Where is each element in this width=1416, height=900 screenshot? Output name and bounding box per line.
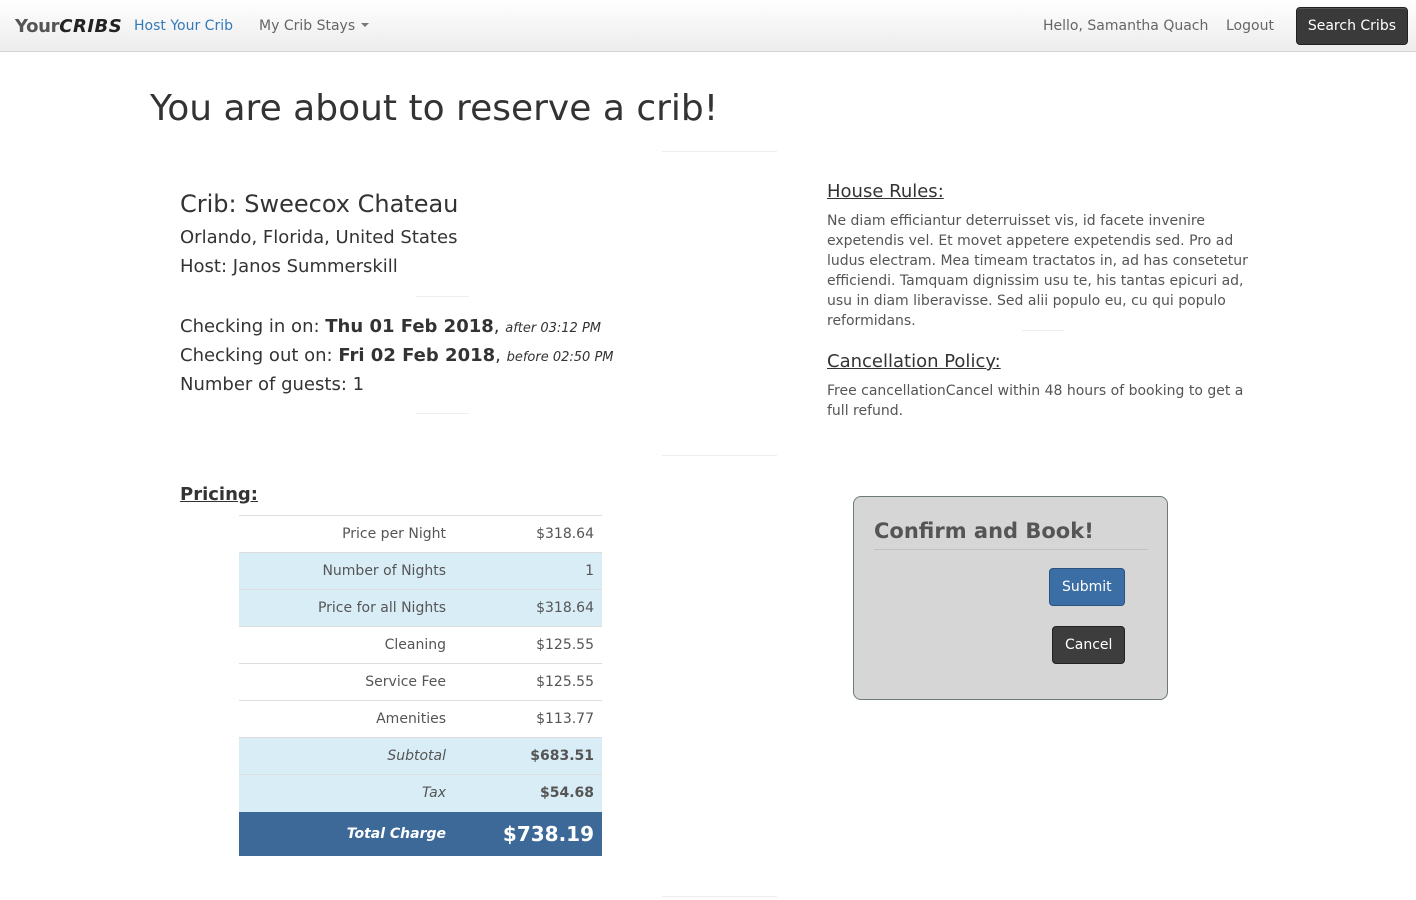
- brand-logo[interactable]: YourCRIBS: [15, 16, 122, 37]
- total-charge-value: $738.19: [454, 811, 602, 856]
- price-label: Price per Night: [239, 515, 454, 553]
- table-row: Tax $54.68: [239, 774, 602, 812]
- price-value: $125.55: [454, 626, 602, 664]
- price-label: Number of Nights: [239, 552, 454, 590]
- table-row: Service Fee $125.55: [239, 663, 602, 701]
- divider: [662, 455, 777, 456]
- checkin-time: after 03:12 PM: [505, 321, 602, 336]
- table-row: Cleaning $125.55: [239, 626, 602, 664]
- nav-my-crib-stays-label: My Crib Stays: [259, 18, 356, 34]
- crib-name: Crib: Sweecox Chateau: [180, 190, 459, 218]
- top-navbar: YourCRIBS Host Your Crib My Crib Stays H…: [0, 0, 1416, 52]
- nav-greeting[interactable]: Hello, Samantha Quach: [1043, 18, 1208, 34]
- checkin-label: Checking in on:: [180, 316, 326, 337]
- crib-location: Orlando, Florida, United States: [180, 227, 458, 248]
- divider: [416, 413, 469, 414]
- confirm-and-book-panel: Confirm and Book! Submit Cancel: [853, 496, 1168, 700]
- nav-host-your-crib[interactable]: Host Your Crib: [134, 18, 233, 34]
- table-row: Amenities $113.77: [239, 700, 602, 738]
- price-label: Cleaning: [239, 626, 454, 664]
- divider: [416, 296, 469, 297]
- nav-my-crib-stays-dropdown[interactable]: My Crib Stays: [259, 18, 370, 34]
- cancellation-policy-text: Free cancellationCancel within 48 hours …: [827, 383, 1244, 419]
- pricing-heading: Pricing:: [180, 484, 258, 505]
- table-row: Number of Nights 1: [239, 552, 602, 590]
- price-value: $113.77: [454, 700, 602, 738]
- brand-logo-text-cribs: CRIBS: [59, 16, 123, 37]
- nav-logout[interactable]: Logout: [1226, 18, 1274, 34]
- table-row: Price for all Nights $318.64: [239, 589, 602, 627]
- crib-host: Host: Janos Summerskill: [180, 256, 398, 277]
- divider: [662, 896, 777, 897]
- price-label: Subtotal: [239, 737, 454, 775]
- confirm-title: Confirm and Book!: [874, 519, 1148, 550]
- page-title: You are about to reserve a crib!: [150, 88, 719, 129]
- price-value: 1: [454, 552, 602, 590]
- table-row: Price per Night $318.64: [239, 515, 602, 553]
- guest-count: Number of guests: 1: [180, 374, 365, 395]
- search-cribs-button[interactable]: Search Cribs: [1295, 7, 1408, 45]
- house-rules-text: Ne diam efficiantur deterruisset vis, id…: [827, 213, 1248, 329]
- price-label: Service Fee: [239, 663, 454, 701]
- checkout-time: before 02:50 PM: [506, 350, 614, 365]
- price-value: $318.64: [454, 515, 602, 553]
- price-label: Amenities: [239, 700, 454, 738]
- price-value: $683.51: [454, 737, 602, 775]
- price-value: $125.55: [454, 663, 602, 701]
- caret-down-icon: [361, 23, 370, 27]
- cancellation-policy-heading: Cancellation Policy:: [827, 351, 1001, 372]
- divider: [662, 151, 777, 152]
- checkin-line: Checking in on: Thu 01 Feb 2018, after 0…: [180, 316, 602, 337]
- price-value: $54.68: [454, 774, 602, 812]
- price-label: Price for all Nights: [239, 589, 454, 627]
- checkin-date: Thu 01 Feb 2018: [325, 316, 494, 337]
- divider: [1022, 330, 1064, 331]
- total-charge-label: Total Charge: [239, 811, 454, 856]
- submit-button[interactable]: Submit: [1049, 568, 1125, 606]
- checkout-line: Checking out on: Fri 02 Feb 2018, before…: [180, 345, 614, 366]
- checkout-date: Fri 02 Feb 2018: [338, 345, 496, 366]
- total-charge-row: Total Charge $738.19: [239, 811, 602, 856]
- table-row: Subtotal $683.51: [239, 737, 602, 775]
- checkout-label: Checking out on:: [180, 345, 339, 366]
- cancel-button[interactable]: Cancel: [1052, 626, 1126, 664]
- house-rules-heading: House Rules:: [827, 181, 944, 202]
- brand-logo-text-your: Your: [15, 16, 60, 37]
- pricing-table: Price per Night $318.64 Number of Nights 1…: [239, 515, 602, 856]
- price-value: $318.64: [454, 589, 602, 627]
- price-label: Tax: [239, 774, 454, 812]
